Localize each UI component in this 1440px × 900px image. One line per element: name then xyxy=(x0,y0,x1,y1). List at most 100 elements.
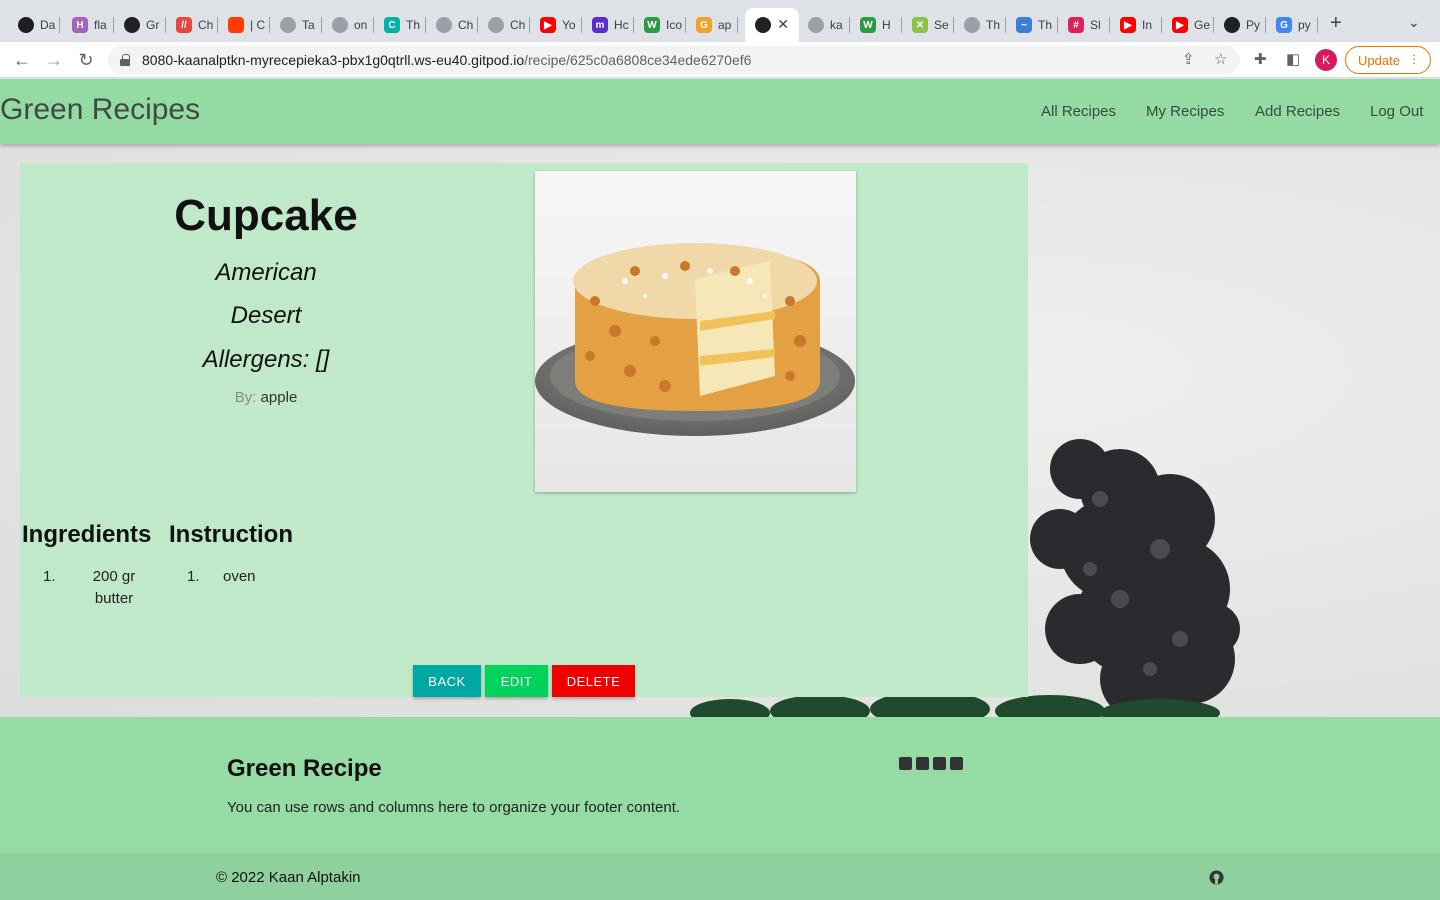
browser-tab[interactable]: C Th xyxy=(374,8,426,42)
tab-favicon-icon xyxy=(964,17,980,33)
browser-tab[interactable]: Ta xyxy=(270,8,322,42)
tab-favicon-icon xyxy=(488,17,504,33)
tab-favicon-icon: G xyxy=(1276,17,1292,33)
tab-label: Ge xyxy=(1194,18,1211,32)
tab-favicon-icon: H xyxy=(72,17,88,33)
forward-arrow-icon[interactable]: → xyxy=(42,48,66,72)
facebook-icon[interactable] xyxy=(899,757,912,770)
browser-tab[interactable]: on xyxy=(322,8,374,42)
nav-add-recipes[interactable]: Add Recipes xyxy=(1255,103,1340,120)
reload-icon[interactable]: ↻ xyxy=(74,48,98,72)
tab-favicon-icon: # xyxy=(1068,17,1084,33)
browser-tab[interactable]: // Ch xyxy=(166,8,218,42)
bookmark-star-icon[interactable]: ☆ xyxy=(1214,50,1227,68)
tab-search-icon[interactable]: ⌄ xyxy=(1408,14,1420,31)
tab-label: Th xyxy=(1038,18,1053,32)
new-tab-button[interactable]: + xyxy=(1330,12,1342,35)
recipe-author: By: apple xyxy=(20,389,512,406)
back-button[interactable]: BACK xyxy=(413,665,481,697)
ingredients-list: 1. 200 gr butter xyxy=(43,566,153,610)
kale-background-icon xyxy=(1030,439,1240,719)
address-bar[interactable]: 8080-kaanalptkn-myrecepieka3-pbx1g0qtrll… xyxy=(108,46,1240,74)
browser-tab[interactable]: ▶ Ge xyxy=(1162,8,1214,42)
update-label: Update xyxy=(1358,52,1400,68)
url-host: 8080-kaanalptkn-myrecepieka3-pbx1g0qtrll… xyxy=(142,52,525,68)
browser-tab[interactable]: WH xyxy=(850,8,902,42)
tab-label: Ta xyxy=(302,18,315,32)
tab-favicon-icon xyxy=(808,17,824,33)
side-panel-icon[interactable]: ◧ xyxy=(1286,50,1300,68)
extensions-puzzle-icon[interactable]: ✚ xyxy=(1254,50,1267,68)
list-item: 1. oven xyxy=(187,566,307,588)
browser-tab[interactable]: Gpy xyxy=(1266,8,1318,42)
browser-tab[interactable]: Gap xyxy=(686,8,738,42)
footer-title: Green Recipe xyxy=(227,755,382,782)
browser-tab[interactable]: ~ Th xyxy=(1006,8,1058,42)
browser-tab[interactable]: W Ico xyxy=(634,8,686,42)
browser-tab[interactable]: Da xyxy=(8,8,60,42)
tab-label: Ch xyxy=(198,18,214,32)
delete-button[interactable]: DELETE xyxy=(552,665,635,697)
nav-all-recipes[interactable]: All Recipes xyxy=(1041,103,1116,120)
browser-tab[interactable]: ✕ Se xyxy=(902,8,954,42)
browser-tab[interactable]: Hfla xyxy=(62,8,114,42)
tab-favicon-icon xyxy=(436,17,452,33)
browser-tab[interactable]: ka xyxy=(798,8,850,42)
author-label: By: xyxy=(234,389,257,406)
browser-tab[interactable]: Ch xyxy=(426,8,478,42)
recipe-allergens: Allergens: [] xyxy=(202,346,330,373)
browser-tab[interactable]: ▶ Yo xyxy=(530,8,582,42)
tab-favicon-icon: W xyxy=(860,17,876,33)
browser-tab[interactable]: Gr xyxy=(114,8,166,42)
instructions-list: 1. oven xyxy=(187,566,307,588)
brand-logo-link[interactable]: Green Recipes xyxy=(0,93,200,127)
browser-tab[interactable]: | C xyxy=(218,8,270,42)
share-icon[interactable]: ⇪ xyxy=(1182,50,1195,68)
browser-tab[interactable]: Th xyxy=(954,8,1006,42)
tab-label: Ch xyxy=(510,18,526,32)
tab-label: Sl xyxy=(1090,18,1101,32)
browser-tab[interactable]: Ch xyxy=(478,8,530,42)
tab-favicon-icon xyxy=(124,17,140,33)
tab-label: Da xyxy=(40,18,56,32)
recipe-category: Desert xyxy=(230,302,302,329)
browser-tab[interactable]: Py xyxy=(1214,8,1266,42)
edit-button[interactable]: EDIT xyxy=(485,665,548,697)
footer-text: You can use rows and columns here to org… xyxy=(227,799,681,816)
browser-tab[interactable]: ▶ In xyxy=(1110,8,1162,42)
tab-label: Yo xyxy=(562,18,576,32)
tab-favicon-icon: ~ xyxy=(1016,17,1032,33)
tab-label: Ch xyxy=(458,18,474,32)
tab-close-icon[interactable]: ✕ xyxy=(777,16,789,33)
nav-log-out[interactable]: Log Out xyxy=(1370,103,1423,120)
tab-label: Th xyxy=(406,18,421,32)
more-menu-icon[interactable]: ⋮ xyxy=(1408,52,1420,66)
copyright-text: © 2022 Kaan Alptakin xyxy=(216,869,361,886)
browser-tab-active[interactable]: ✕ xyxy=(745,8,799,42)
tab-favicon-icon xyxy=(332,17,348,33)
tab-favicon-icon: ▶ xyxy=(1172,17,1188,33)
nav-my-recipes[interactable]: My Recipes xyxy=(1146,103,1224,120)
instruction-text: oven xyxy=(223,568,256,585)
tab-favicon-icon: G xyxy=(696,17,712,33)
tab-favicon-icon xyxy=(280,17,296,33)
site-navbar: Green Recipes All Recipes My Recipes Add… xyxy=(0,79,1440,144)
tab-label: Th xyxy=(986,18,1001,32)
twitter-icon[interactable] xyxy=(933,757,946,770)
tab-favicon-icon xyxy=(18,17,34,33)
update-button[interactable]: Update ⋮ xyxy=(1345,46,1431,74)
tab-separator xyxy=(59,17,60,33)
back-arrow-icon[interactable]: ← xyxy=(10,48,34,72)
youtube-icon[interactable] xyxy=(950,757,963,770)
copyright-bar: © 2022 Kaan Alptakin xyxy=(0,853,1440,900)
instruction-heading: Instruction xyxy=(169,521,293,548)
recipe-cuisine: American xyxy=(215,259,317,286)
ingredients-heading: Ingredients xyxy=(22,521,152,548)
list-number: 1. xyxy=(43,568,56,585)
tab-separator xyxy=(737,17,738,33)
github-icon[interactable] xyxy=(1209,870,1224,885)
browser-tab[interactable]: # Sl xyxy=(1058,8,1110,42)
profile-avatar[interactable]: K xyxy=(1315,49,1337,71)
instagram-icon[interactable] xyxy=(916,757,929,770)
browser-tab[interactable]: m Hc xyxy=(582,8,634,42)
